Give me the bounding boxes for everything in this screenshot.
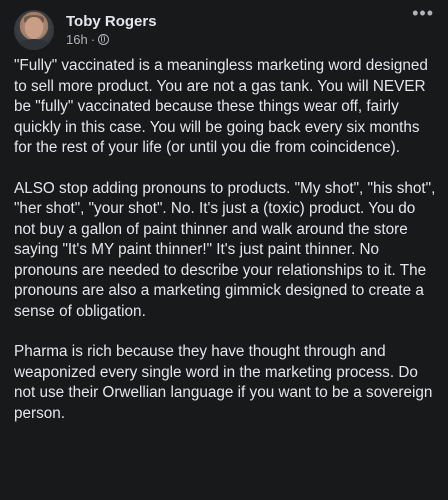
facebook-post: Toby Rogers 16h · ••• "Fully" vaccinated… (0, 0, 448, 500)
post-subline: 16h · (66, 31, 157, 48)
post-meta: Toby Rogers 16h · (66, 12, 157, 48)
post-paragraph-3: Pharma is rich because they have thought… (14, 343, 433, 422)
post-timestamp[interactable]: 16h (66, 31, 88, 48)
post-paragraph-1: "Fully" vaccinated is a meaningless mark… (14, 57, 428, 156)
globe-icon (98, 34, 110, 45)
post-header: Toby Rogers 16h · (14, 8, 157, 52)
author-avatar[interactable] (14, 10, 54, 50)
meta-separator: · (90, 32, 96, 47)
more-options-icon[interactable]: ••• (412, 4, 434, 22)
avatar-face (25, 17, 43, 39)
post-body: "Fully" vaccinated is a meaningless mark… (14, 56, 438, 444)
post-paragraph-2: ALSO stop adding pronouns to products. "… (14, 179, 436, 320)
avatar-shoulders (17, 39, 51, 50)
author-name[interactable]: Toby Rogers (66, 12, 157, 31)
